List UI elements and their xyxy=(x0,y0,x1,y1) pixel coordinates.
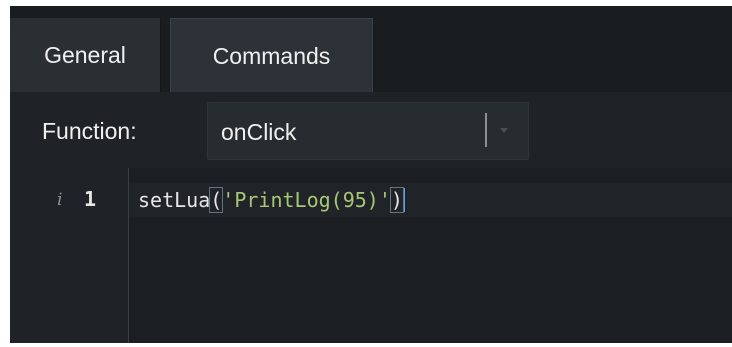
code-editor: i 1 setLua('PrintLog(95)') xyxy=(10,168,732,343)
tab-bar: General Commands xyxy=(10,6,732,94)
line-number: 1 xyxy=(84,187,97,211)
function-select-value: onClick xyxy=(221,119,297,145)
text-cursor xyxy=(402,188,405,212)
properties-panel: General Commands Function: onClick i 1 s… xyxy=(10,6,732,343)
chevron-down-icon[interactable] xyxy=(492,118,516,142)
code-string-literal: 'PrintLog(95)' xyxy=(222,188,391,212)
function-label: Function: xyxy=(42,118,137,144)
tab-commands[interactable]: Commands xyxy=(170,18,373,94)
tab-general-label: General xyxy=(44,41,126,68)
code-line[interactable]: setLua('PrintLog(95)') xyxy=(138,187,405,213)
tab-general[interactable]: General xyxy=(10,18,161,92)
editor-gutter: i 1 xyxy=(10,168,129,343)
function-select[interactable]: onClick xyxy=(207,102,529,160)
code-area[interactable]: setLua('PrintLog(95)') xyxy=(129,168,732,343)
screenshot-frame: General Commands Function: onClick i 1 s… xyxy=(0,0,732,347)
select-divider xyxy=(485,113,487,147)
code-function-name: setLua xyxy=(138,188,211,212)
code-open-paren: ( xyxy=(209,187,224,213)
function-row: Function: onClick xyxy=(10,92,732,168)
info-icon: i xyxy=(57,190,63,210)
tab-commands-label: Commands xyxy=(212,43,331,69)
code-close-paren: ) xyxy=(389,187,404,213)
